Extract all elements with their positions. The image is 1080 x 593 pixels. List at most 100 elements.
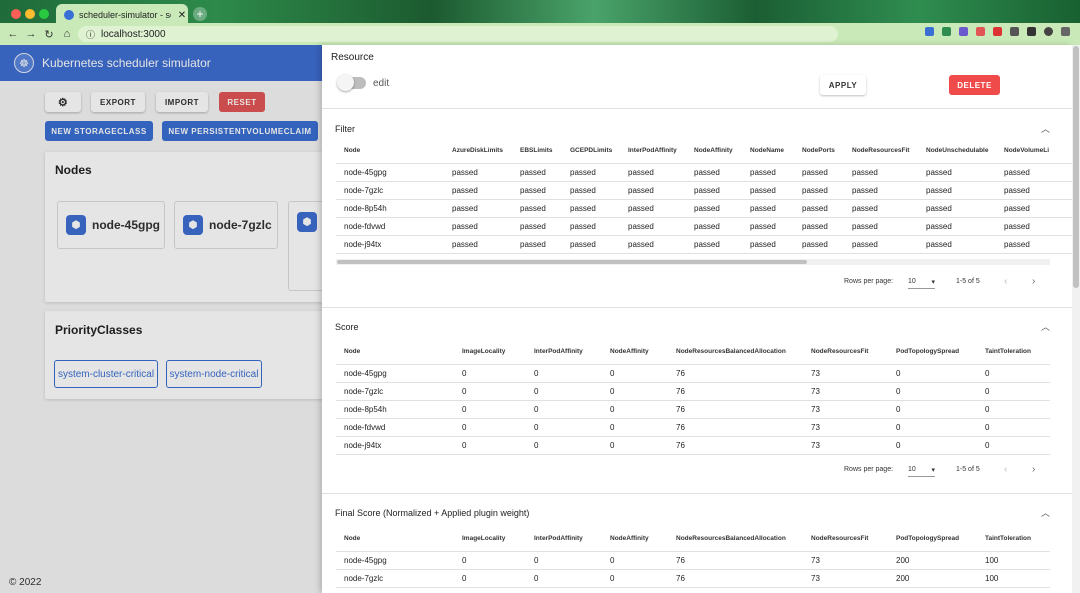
menu-dots-icon[interactable] bbox=[1061, 27, 1070, 36]
prev-page-icon[interactable]: ‹ bbox=[1004, 464, 1007, 475]
table-cell: 0 bbox=[526, 436, 602, 455]
table-cell: 0 bbox=[602, 418, 668, 437]
column-header: InterPodAffinity bbox=[620, 139, 686, 164]
next-page-icon[interactable]: › bbox=[1032, 276, 1035, 287]
column-header: NodeResourcesBalancedAllocation bbox=[668, 340, 803, 365]
filter-horizontal-scrollbar[interactable] bbox=[336, 259, 1050, 265]
rows-per-page-label: Rows per page: bbox=[844, 466, 894, 473]
table-cell: 0 bbox=[602, 364, 668, 383]
table-cell: passed bbox=[562, 181, 620, 200]
table-cell: passed bbox=[742, 235, 794, 254]
back-icon[interactable]: ← bbox=[4, 28, 22, 40]
table-row: node-8p54h0007673200100 bbox=[336, 587, 1050, 593]
column-header: NodePorts bbox=[794, 139, 844, 164]
table-cell: 100 bbox=[977, 551, 1050, 570]
table-cell: 73 bbox=[803, 382, 888, 401]
rows-per-page-label: Rows per page: bbox=[844, 278, 894, 285]
table-cell: passed bbox=[620, 181, 686, 200]
filter-scroll-thumb[interactable] bbox=[337, 260, 807, 264]
apply-button[interactable]: APPLY bbox=[820, 75, 866, 95]
table-row: node-45gpg 0 0 0 76 73 0 0 bbox=[336, 364, 1050, 383]
new-tab-button[interactable]: + bbox=[193, 7, 207, 21]
puzzle-icon[interactable] bbox=[1010, 27, 1019, 36]
table-row: node-45gpg passed passed passed passed passed… bbox=[336, 163, 1072, 182]
table-cell: 0 bbox=[977, 418, 1050, 437]
extension-icon[interactable] bbox=[925, 27, 934, 36]
collapse-score-icon[interactable]: ︿ bbox=[1041, 320, 1050, 333]
table-cell: 73 bbox=[803, 551, 888, 570]
table-cell: 76 bbox=[668, 364, 803, 383]
table-cell: passed bbox=[620, 235, 686, 254]
table-cell: 0 bbox=[454, 587, 526, 593]
table-cell: passed bbox=[620, 217, 686, 236]
extension-icon[interactable] bbox=[976, 27, 985, 36]
forward-icon[interactable]: → bbox=[22, 28, 40, 40]
close-tab-icon[interactable]: ✕ bbox=[176, 10, 188, 21]
table-cell: 0 bbox=[454, 551, 526, 570]
column-header: NodeName bbox=[742, 139, 794, 164]
table-cell: 76 bbox=[668, 569, 803, 588]
table-cell: 200 bbox=[888, 551, 977, 570]
table-cell: 73 bbox=[803, 364, 888, 383]
sidebar-icon[interactable] bbox=[1027, 27, 1036, 36]
column-header: Node bbox=[336, 340, 454, 365]
table-cell: 0 bbox=[888, 436, 977, 455]
rows-per-page-select[interactable]: 10 ▾ bbox=[908, 466, 935, 477]
table-cell: 0 bbox=[454, 382, 526, 401]
table-cell: 76 bbox=[668, 587, 803, 593]
table-cell: 0 bbox=[602, 551, 668, 570]
table-cell: passed bbox=[562, 235, 620, 254]
table-cell: node-45gpg bbox=[336, 364, 454, 383]
table-cell: passed bbox=[562, 163, 620, 182]
url-field[interactable]: ⓘ localhost:3000 bbox=[78, 26, 838, 42]
rows-per-page-select[interactable]: 10 ▾ bbox=[908, 278, 935, 289]
extension-icon[interactable] bbox=[959, 27, 968, 36]
score-pagination: Rows per page: 10 ▾ 1-5 of 5 ‹ › bbox=[322, 461, 1072, 481]
table-cell: passed bbox=[444, 181, 512, 200]
table-cell: 0 bbox=[454, 569, 526, 588]
column-header: GCEPDLimits bbox=[562, 139, 620, 164]
column-header: NodeResourcesFit bbox=[803, 340, 888, 365]
table-cell: node-45gpg bbox=[336, 163, 444, 182]
maximize-window-button[interactable] bbox=[39, 9, 49, 19]
drawer-backdrop[interactable] bbox=[0, 45, 322, 593]
column-header: NodeAffinity bbox=[602, 527, 668, 552]
dropdown-arrow-icon: ▾ bbox=[931, 279, 935, 286]
table-cell: passed bbox=[996, 199, 1072, 218]
collapse-filter-icon[interactable]: ︿ bbox=[1041, 122, 1050, 135]
table-cell: passed bbox=[918, 235, 996, 254]
profile-avatar[interactable] bbox=[1044, 27, 1053, 36]
table-cell: passed bbox=[686, 217, 742, 236]
table-cell: passed bbox=[512, 163, 562, 182]
table-cell: 76 bbox=[668, 436, 803, 455]
table-cell: passed bbox=[742, 163, 794, 182]
next-page-icon[interactable]: › bbox=[1032, 464, 1035, 475]
delete-button[interactable]: DELETE bbox=[949, 75, 1000, 95]
table-cell: 100 bbox=[977, 587, 1050, 593]
table-cell: passed bbox=[918, 217, 996, 236]
home-icon[interactable]: ⌂ bbox=[58, 28, 76, 40]
site-info-icon[interactable]: ⓘ bbox=[86, 28, 95, 41]
close-window-button[interactable] bbox=[11, 9, 21, 19]
extension-icon[interactable] bbox=[942, 27, 951, 36]
extension-icon[interactable] bbox=[993, 27, 1002, 36]
final-score-section: Final Score (Normalized + Applied plugin… bbox=[322, 493, 1072, 593]
table-cell: passed bbox=[996, 181, 1072, 200]
drawer-scroll-thumb[interactable] bbox=[1073, 46, 1079, 288]
reload-icon[interactable]: ↻ bbox=[40, 28, 58, 41]
minimize-window-button[interactable] bbox=[25, 9, 35, 19]
table-cell: 0 bbox=[602, 436, 668, 455]
prev-page-icon[interactable]: ‹ bbox=[1004, 276, 1007, 287]
column-header: InterPodAffinity bbox=[526, 527, 602, 552]
edit-toggle-knob[interactable] bbox=[337, 74, 354, 91]
table-cell: passed bbox=[794, 199, 844, 218]
table-cell: node-fdvwd bbox=[336, 418, 454, 437]
dropdown-arrow-icon: ▾ bbox=[931, 467, 935, 474]
collapse-final-score-icon[interactable]: ︿ bbox=[1041, 506, 1050, 519]
column-header: NodeAffinity bbox=[602, 340, 668, 365]
table-cell: passed bbox=[512, 235, 562, 254]
table-cell: 0 bbox=[888, 382, 977, 401]
extension-icons bbox=[925, 27, 1070, 36]
table-cell: node-fdvwd bbox=[336, 217, 444, 236]
table-cell: passed bbox=[562, 217, 620, 236]
